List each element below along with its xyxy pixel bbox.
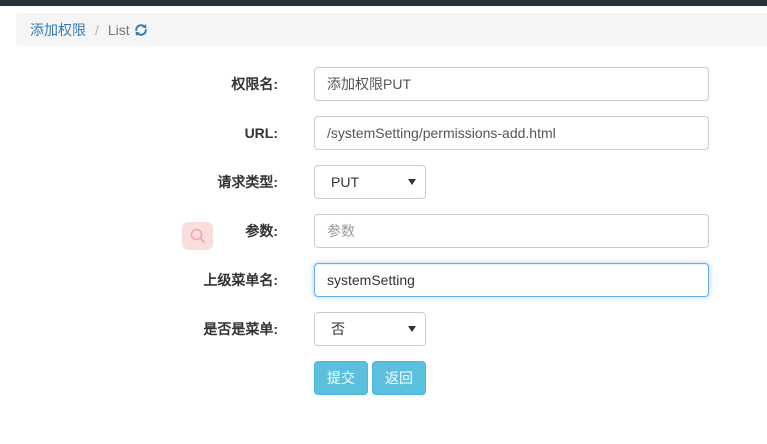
breadcrumb-current: List [107, 21, 130, 38]
permission-name-input[interactable] [314, 67, 709, 101]
form-row-is-menu: 是否是菜单: 否 [0, 312, 767, 346]
form-row-url: URL: [0, 116, 767, 150]
top-bar [0, 0, 767, 6]
params-input[interactable] [314, 214, 709, 248]
request-type-label: 请求类型: [217, 174, 278, 190]
url-input[interactable] [314, 116, 709, 150]
form-row-parent-menu: 上级菜单名: [0, 263, 767, 297]
params-label: 参数: [245, 223, 278, 239]
permission-name-label: 权限名: [231, 76, 278, 92]
parent-menu-input[interactable] [314, 263, 709, 297]
request-type-select[interactable]: PUT [314, 165, 426, 199]
is-menu-label: 是否是菜单: [203, 321, 278, 337]
submit-button[interactable]: 提交 [314, 361, 368, 395]
breadcrumb-home-link[interactable]: 添加权限 [30, 20, 86, 40]
breadcrumb-separator: / [95, 21, 99, 38]
is-menu-select[interactable]: 否 [314, 312, 426, 346]
request-type-selected-value: PUT [331, 174, 359, 190]
back-button[interactable]: 返回 [372, 361, 426, 395]
chevron-down-icon [408, 179, 416, 185]
form-row-request-type: 请求类型: PUT [0, 165, 767, 199]
url-label: URL: [244, 125, 278, 141]
is-menu-selected-value: 否 [331, 321, 345, 337]
chevron-down-icon [408, 326, 416, 332]
refresh-icon[interactable] [134, 23, 148, 37]
form-row-permission-name: 权限名: [0, 67, 767, 101]
breadcrumb: 添加权限 / List [16, 13, 767, 46]
parent-menu-label: 上级菜单名: [203, 272, 278, 288]
form-row-params: 参数: [0, 214, 767, 248]
